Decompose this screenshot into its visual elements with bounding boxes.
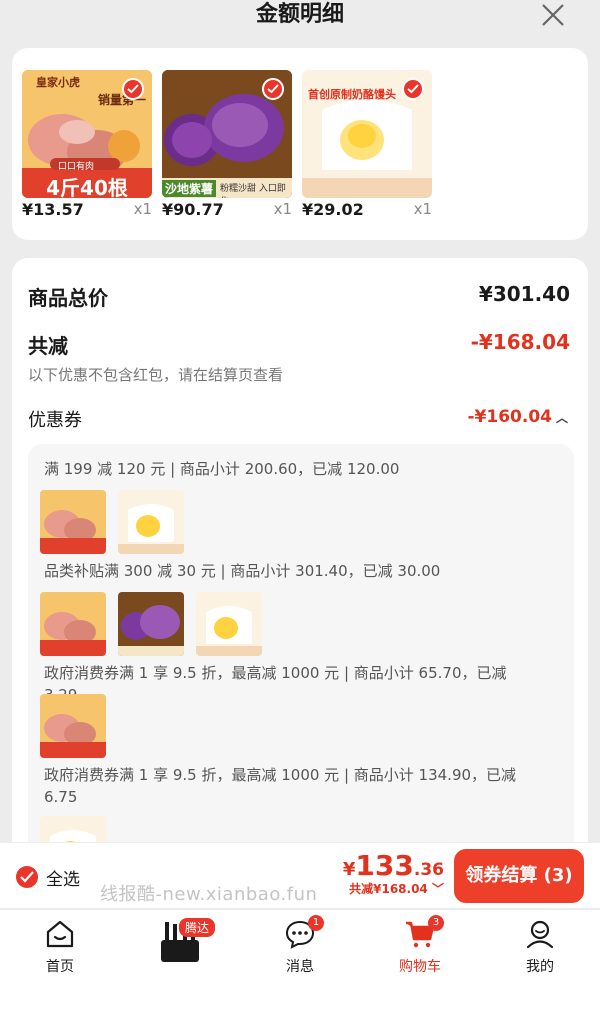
cart-badge: 3 bbox=[428, 915, 444, 931]
watermark: 线报酷-new.xianbao.fun bbox=[100, 884, 318, 905]
selected-check-icon bbox=[262, 78, 284, 100]
product-qty: x1 bbox=[413, 200, 432, 218]
coupon-breakdown: 满 199 减 120 元 | 商品小计 200.60，已减 120.00 品类… bbox=[28, 444, 574, 864]
product-item[interactable]: 首创原制奶酪馒头 ¥29.02 x1 bbox=[302, 70, 432, 219]
tab-cart-label: 购物车 bbox=[399, 959, 441, 975]
price-detail-card: 商品总价 ¥301.40 共减 -¥168.04 以下优惠不包含红包，请在结算页… bbox=[12, 258, 588, 864]
product-item[interactable]: 沙地紫薯 粉糯沙甜 入口即化 ¥90.77 x1 bbox=[162, 70, 292, 219]
product-list: 皇家小虎 销量第一 口口有肉 4斤40根 ¥13.57 x1 沙地紫薯 粉糯沙甜… bbox=[12, 48, 588, 240]
product-image: 首创原制奶酪馒头 bbox=[302, 70, 432, 198]
tab-me[interactable]: 我的 bbox=[495, 918, 585, 976]
tab-bar: 首页 腾达 1 消息 3 购物车 我的 bbox=[0, 910, 600, 1023]
tab-home-label: 首页 bbox=[46, 959, 74, 975]
product-thumb bbox=[196, 592, 262, 656]
total-price-box: ¥133.36 共减¥168.04 ﹀ bbox=[343, 849, 444, 897]
selected-check-icon bbox=[122, 78, 144, 100]
messages-badge: 1 bbox=[308, 915, 324, 931]
product-image: 沙地紫薯 粉糯沙甜 入口即化 bbox=[162, 70, 292, 198]
price-decimal: .36 bbox=[413, 860, 444, 880]
product-image-caption: 4斤40根 bbox=[46, 176, 128, 198]
coupon-line: 政府消费券满 1 享 9.5 折，最高减 1000 元 | 商品小计 134.9… bbox=[44, 766, 517, 806]
tab-messages-label: 消息 bbox=[286, 959, 314, 975]
total-label: 商品总价 bbox=[28, 286, 108, 310]
select-all-label[interactable]: 全选 bbox=[46, 865, 80, 890]
tab-router-promo[interactable]: 腾达 bbox=[135, 918, 225, 968]
chevron-down-icon: ﹀ bbox=[431, 882, 444, 896]
reduce-label: 共减 bbox=[28, 334, 68, 358]
product-price: ¥13.57 bbox=[22, 200, 84, 219]
total-value: ¥301.40 bbox=[478, 282, 570, 306]
product-thumb bbox=[118, 592, 184, 656]
product-thumb bbox=[118, 490, 184, 554]
router-badge: 腾达 bbox=[179, 918, 216, 937]
saved-amount[interactable]: 共减¥168.04 ﹀ bbox=[343, 880, 444, 897]
currency-symbol: ¥ bbox=[342, 859, 356, 880]
product-price: ¥29.02 bbox=[302, 200, 364, 219]
product-qty: x1 bbox=[133, 200, 152, 218]
reduce-value: -¥168.04 bbox=[470, 330, 570, 354]
final-price: ¥133.36 bbox=[343, 849, 444, 882]
product-item[interactable]: 皇家小虎 销量第一 口口有肉 4斤40根 ¥13.57 x1 bbox=[22, 70, 152, 219]
product-thumb bbox=[40, 490, 106, 554]
tab-cart[interactable]: 3 购物车 bbox=[375, 915, 465, 976]
coupon-line: 品类补贴满 300 减 30 元 | 商品小计 301.40，已减 30.00 bbox=[44, 562, 441, 580]
product-image-caption: 沙地紫薯 bbox=[162, 180, 217, 197]
product-thumb bbox=[40, 592, 106, 656]
discount-note: 以下优惠不包含红包，请在结算页查看 bbox=[28, 366, 284, 384]
close-icon[interactable] bbox=[540, 2, 566, 28]
coupon-label: 优惠券 bbox=[28, 410, 82, 431]
product-image-badge: 口口有肉 bbox=[58, 162, 95, 172]
product-image-title: 皇家小虎 bbox=[36, 76, 80, 89]
tab-home[interactable]: 首页 bbox=[15, 918, 105, 976]
home-icon bbox=[46, 920, 74, 948]
product-qty: x1 bbox=[273, 200, 292, 218]
checkout-button[interactable]: 领券结算 (3) bbox=[454, 849, 584, 903]
coupon-toggle[interactable]: -¥160.04 ︿ bbox=[467, 407, 568, 427]
product-image-title: 首创原制奶酪馒头 bbox=[308, 88, 396, 101]
tab-me-label: 我的 bbox=[526, 959, 554, 975]
product-image-subcaption: 粉糯沙甜 入口即化 bbox=[220, 184, 286, 198]
coupon-value: -¥160.04 bbox=[467, 407, 552, 427]
product-image: 皇家小虎 销量第一 口口有肉 4斤40根 bbox=[22, 70, 152, 198]
select-all-check-icon[interactable] bbox=[16, 866, 38, 888]
coupon-line: 满 199 减 120 元 | 商品小计 200.60，已减 120.00 bbox=[44, 460, 400, 478]
selected-check-icon bbox=[402, 78, 424, 100]
saved-text: 共减¥168.04 bbox=[349, 882, 428, 896]
tab-messages[interactable]: 1 消息 bbox=[255, 915, 345, 976]
user-icon bbox=[526, 920, 554, 949]
coupon-line: 政府消费券满 1 享 9.5 折，最高减 1000 元 | 商品小计 65.70… bbox=[44, 664, 507, 704]
price-integer: 133 bbox=[355, 849, 414, 882]
product-thumb bbox=[40, 694, 106, 758]
page-title: 金额明细 bbox=[255, 2, 344, 27]
chevron-up-icon: ︿ bbox=[555, 411, 568, 425]
header: 金额明细 bbox=[0, 0, 600, 40]
product-price: ¥90.77 bbox=[162, 200, 224, 219]
